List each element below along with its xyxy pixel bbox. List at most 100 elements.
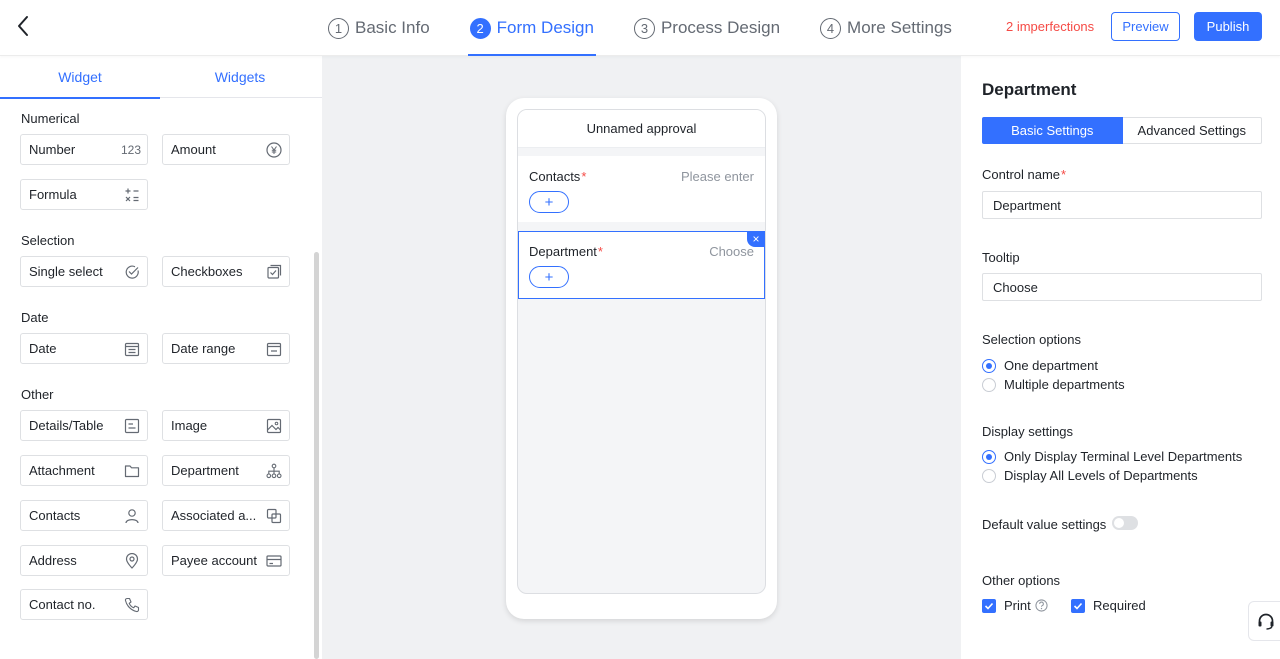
group-title-other: Other	[21, 387, 54, 402]
widget-date[interactable]: Date	[20, 333, 148, 364]
preview-button[interactable]: Preview	[1111, 12, 1180, 41]
radio-selected-icon	[982, 449, 996, 464]
step-number: 1	[328, 17, 349, 39]
widget-label: Address	[29, 553, 77, 568]
phone-icon	[123, 596, 141, 614]
group-title-selection: Selection	[21, 233, 75, 248]
group-title-date: Date	[21, 310, 49, 325]
checkbox-print[interactable]: Print	[982, 598, 1048, 613]
required-mark: *	[1061, 167, 1067, 182]
widget-department[interactable]: Department	[162, 455, 290, 486]
add-department-button[interactable]: +	[529, 266, 569, 288]
settings-panel: Department Basic Settings Advanced Setti…	[961, 56, 1280, 659]
widget-address[interactable]: Address	[20, 545, 148, 576]
widget-checkboxes[interactable]: Checkboxes	[162, 256, 290, 287]
step-process-design[interactable]: 3 Process Design	[632, 0, 782, 56]
settings-tabs: Basic Settings Advanced Settings	[982, 117, 1262, 144]
step-number: 2	[469, 17, 491, 39]
checkbox-label: Print	[1004, 598, 1031, 613]
close-icon[interactable]: ×	[747, 231, 765, 247]
widget-payee-account[interactable]: Payee account	[162, 545, 290, 576]
step-label: More Settings	[847, 18, 952, 37]
widget-formula[interactable]: Formula	[20, 179, 148, 210]
widget-label: Formula	[29, 187, 77, 202]
help-circle-icon[interactable]	[1035, 599, 1048, 612]
widget-label: Date range	[171, 341, 236, 356]
link-copy-icon	[265, 507, 283, 525]
widget-single-select[interactable]: Single select	[20, 256, 148, 287]
tab-widget[interactable]: Widget	[0, 56, 160, 99]
form-canvas: Unnamed approval Contacts* Please enter …	[322, 56, 961, 659]
other-options-label: Other options	[982, 573, 1061, 588]
location-pin-icon	[123, 552, 141, 570]
step-basic-info[interactable]: 1 Basic Info	[326, 0, 432, 56]
default-value-toggle[interactable]	[1112, 516, 1138, 530]
step-label: Basic Info	[355, 18, 430, 37]
tab-widgets[interactable]: Widgets	[160, 56, 320, 98]
calendar-range-icon	[265, 340, 283, 358]
tab-advanced-settings[interactable]: Advanced Settings	[1122, 117, 1262, 144]
field-label: Contacts*	[529, 169, 586, 184]
widget-label: Image	[171, 418, 208, 433]
publish-button[interactable]: Publish	[1194, 12, 1262, 41]
widget-amount[interactable]: Amount	[162, 134, 290, 165]
step-more-settings[interactable]: 4 More Settings	[818, 0, 954, 56]
widget-label: Department	[171, 463, 239, 478]
check-circle-icon	[123, 263, 141, 281]
checkbox-label: Required	[1093, 598, 1146, 613]
table-icon	[123, 417, 141, 435]
step-number: 3	[633, 17, 655, 39]
widget-label: Contacts	[29, 508, 81, 523]
widget-details-table[interactable]: Details/Table	[20, 410, 148, 441]
credit-card-icon	[265, 552, 283, 570]
required-mark: *	[581, 169, 587, 184]
tab-basic-settings[interactable]: Basic Settings	[982, 117, 1123, 144]
widget-attachment[interactable]: Attachment	[20, 455, 148, 486]
step-form-design[interactable]: 2 Form Design	[467, 0, 597, 56]
checkbox-required[interactable]: Required	[1071, 598, 1146, 613]
step-number: 4	[820, 17, 842, 39]
phone-screen: Unnamed approval Contacts* Please enter …	[517, 109, 766, 594]
calendar-icon	[123, 340, 141, 358]
radio-multiple-departments[interactable]: Multiple departments	[982, 377, 1125, 392]
control-name-input[interactable]	[982, 191, 1262, 219]
back-arrow-icon[interactable]	[12, 12, 36, 40]
widget-date-range[interactable]: Date range	[162, 333, 290, 364]
widget-number[interactable]: Number 123	[20, 134, 148, 165]
widget-label: Attachment	[29, 463, 95, 478]
radio-terminal-level[interactable]: Only Display Terminal Level Departments	[982, 449, 1242, 464]
widget-panel-scrollbar[interactable]	[314, 252, 319, 659]
radio-all-levels[interactable]: Display All Levels of Departments	[982, 468, 1198, 483]
widget-panel: Widget Widgets Numerical Number 123 Amou…	[0, 56, 322, 659]
tooltip-input[interactable]	[982, 273, 1262, 301]
default-value-label: Default value settings	[982, 517, 1107, 532]
imperfections-link[interactable]: 2 imperfections	[1006, 19, 1094, 34]
radio-label: Multiple departments	[1004, 377, 1125, 392]
form-field-contacts[interactable]: Contacts* Please enter +	[518, 156, 765, 222]
headset-support-icon[interactable]	[1248, 601, 1280, 641]
widget-image[interactable]: Image	[162, 410, 290, 441]
radio-unselected-icon	[982, 468, 996, 483]
widget-label: Details/Table	[29, 418, 104, 433]
step-label: Process Design	[660, 18, 781, 37]
radio-one-department[interactable]: One department	[982, 358, 1098, 373]
field-placeholder: Please enter	[681, 169, 754, 184]
group-title-numerical: Numerical	[21, 111, 80, 126]
currency-icon	[265, 141, 283, 159]
widget-tabs: Widget Widgets	[0, 56, 322, 99]
control-name-label: Control name*	[982, 167, 1066, 182]
widget-associated-approval[interactable]: Associated a...	[162, 500, 290, 531]
add-contact-button[interactable]: +	[529, 191, 569, 213]
widget-contact-no[interactable]: Contact no.	[20, 589, 148, 620]
widget-label: Contact no.	[29, 597, 96, 612]
widget-label: Payee account	[171, 553, 258, 568]
image-icon	[265, 417, 283, 435]
form-title: Unnamed approval	[518, 110, 765, 148]
field-label: Department*	[529, 244, 603, 259]
widget-label: Checkboxes	[171, 264, 243, 279]
control-name-label-text: Control name	[982, 167, 1061, 182]
widget-contacts[interactable]: Contacts	[20, 500, 148, 531]
field-placeholder: Choose	[709, 244, 754, 259]
form-field-department[interactable]: Department* Choose + ×	[518, 231, 765, 299]
checkbox-checked-icon	[1071, 598, 1085, 613]
